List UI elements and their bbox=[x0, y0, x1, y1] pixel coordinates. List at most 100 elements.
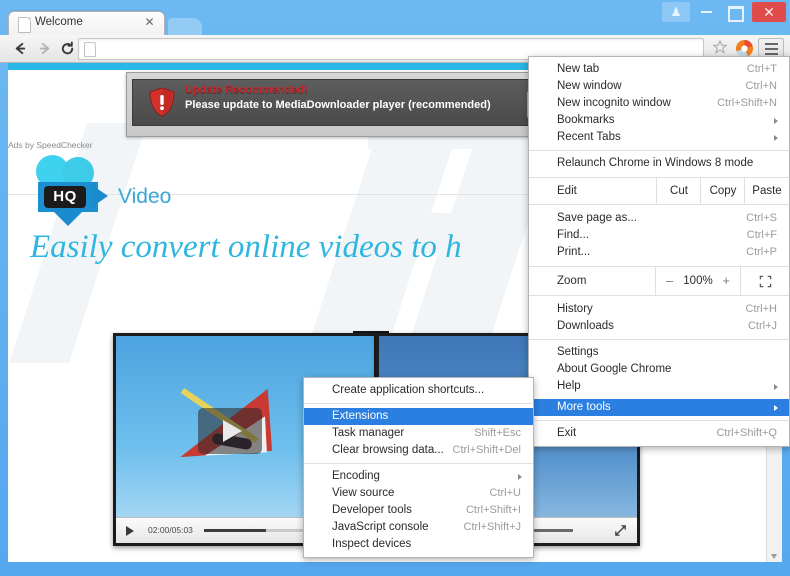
menu-separator bbox=[304, 463, 533, 464]
reload-icon bbox=[61, 41, 73, 55]
enter-fullscreen-button[interactable] bbox=[741, 267, 789, 295]
menu-item-label: JavaScript console bbox=[332, 521, 429, 533]
camera-stand bbox=[50, 208, 86, 226]
ad-banner[interactable]: Update Recommended! Please update to Med… bbox=[126, 72, 548, 137]
camera-lens bbox=[92, 185, 108, 207]
window-controls: ♟ ✕ bbox=[660, 2, 786, 26]
play-overlay-button[interactable] bbox=[198, 408, 262, 454]
menu-item-label: Relaunch Chrome in Windows 8 mode bbox=[557, 157, 754, 169]
menu-item-new-incognito-window[interactable]: New incognito window Ctrl+Shift+N bbox=[529, 95, 789, 112]
menu-item-label: About Google Chrome bbox=[557, 363, 672, 375]
fullscreen-icon bbox=[615, 525, 626, 536]
maximize-icon bbox=[728, 6, 744, 22]
menu-item-javascript-console[interactable]: JavaScript console Ctrl+Shift+J bbox=[304, 519, 533, 536]
menu-item-recent-tabs[interactable]: Recent Tabs bbox=[529, 129, 789, 146]
person-icon: ♟ bbox=[670, 5, 682, 19]
chevron-right-icon bbox=[774, 135, 778, 141]
menu-item-label: Extensions bbox=[332, 410, 389, 422]
menu-item-shortcut: Ctrl+Shift+I bbox=[465, 504, 521, 516]
new-tab-button[interactable] bbox=[168, 18, 202, 35]
menu-item-new-window[interactable]: New window Ctrl+N bbox=[529, 78, 789, 95]
menu-item-shortcut: Ctrl+N bbox=[745, 80, 777, 92]
menu-item-label: More tools bbox=[557, 401, 611, 413]
menu-item-label: Bookmarks bbox=[557, 114, 615, 126]
menu-item-bookmarks[interactable]: Bookmarks bbox=[529, 112, 789, 129]
menu-zoom-row: Zoom – 100% + bbox=[529, 266, 789, 296]
close-tab-icon[interactable]: ✕ bbox=[143, 16, 156, 29]
menu-item-shortcut: Ctrl+Shift+J bbox=[463, 521, 521, 533]
ad-banner-body: Update Recommended! Please update to Med… bbox=[132, 79, 543, 126]
menu-item-clear-browsing-data[interactable]: Clear browsing data... Ctrl+Shift+Del bbox=[304, 442, 533, 459]
site-logo[interactable]: HQ Video bbox=[30, 154, 290, 229]
fullscreen-button[interactable] bbox=[614, 524, 627, 537]
menu-item-shortcut: Ctrl+F bbox=[746, 229, 777, 241]
menu-item-task-manager[interactable]: Task manager Shift+Esc bbox=[304, 425, 533, 442]
menu-item-label: Exit bbox=[557, 427, 577, 439]
menu-item-exit[interactable]: Exit Ctrl+Shift+Q bbox=[529, 425, 789, 442]
logo-text: Video bbox=[118, 185, 172, 208]
menu-item-inspect-devices[interactable]: Inspect devices bbox=[304, 536, 533, 553]
ad-credit-label: Ads by SpeedChecker bbox=[8, 140, 93, 150]
menu-item-encoding[interactable]: Encoding bbox=[304, 468, 533, 485]
browser-tab-welcome[interactable]: Welcome ✕ bbox=[8, 11, 165, 36]
hamburger-line bbox=[764, 43, 778, 45]
menu-item-label: Encoding bbox=[332, 470, 380, 482]
menu-item-about-google-chrome[interactable]: About Google Chrome bbox=[529, 361, 789, 378]
menu-item-history[interactable]: History Ctrl+H bbox=[529, 301, 789, 318]
menu-item-relaunch-windows8[interactable]: Relaunch Chrome in Windows 8 mode bbox=[529, 155, 789, 172]
menu-item-downloads[interactable]: Downloads Ctrl+J bbox=[529, 318, 789, 335]
page-headline: Easily convert online videos to h bbox=[30, 229, 462, 265]
scroll-down-arrow-icon[interactable] bbox=[771, 554, 777, 559]
chrome-browser-window: Welcome ✕ ♟ ✕ Update Recommended! Please… bbox=[0, 0, 790, 576]
menu-item-extensions[interactable]: Extensions bbox=[304, 408, 533, 425]
menu-item-settings[interactable]: Settings bbox=[529, 344, 789, 361]
menu-item-label: Developer tools bbox=[332, 504, 412, 516]
video-time-label: 02:00/05:03 bbox=[148, 525, 193, 535]
menu-item-shortcut: Ctrl+Shift+N bbox=[717, 97, 777, 109]
menu-item-label: Downloads bbox=[557, 320, 614, 332]
menu-item-help[interactable]: Help bbox=[529, 378, 789, 395]
menu-item-label: View source bbox=[332, 487, 395, 499]
paste-button[interactable]: Paste bbox=[744, 178, 789, 204]
menu-item-developer-tools[interactable]: Developer tools Ctrl+Shift+I bbox=[304, 502, 533, 519]
menu-item-new-tab[interactable]: New tab Ctrl+T bbox=[529, 61, 789, 78]
close-window-button[interactable]: ✕ bbox=[752, 2, 786, 22]
menu-item-view-source[interactable]: View source Ctrl+U bbox=[304, 485, 533, 502]
reload-button[interactable] bbox=[57, 39, 77, 59]
arrow-left-icon bbox=[15, 42, 25, 55]
menu-item-print[interactable]: Print... Ctrl+P bbox=[529, 244, 789, 261]
menu-item-shortcut: Ctrl+U bbox=[489, 487, 521, 499]
menu-item-label: Save page as... bbox=[557, 212, 637, 224]
menu-item-label: Inspect devices bbox=[332, 538, 412, 550]
play-button[interactable] bbox=[126, 526, 134, 536]
ad-title: Update Recommended! bbox=[185, 84, 308, 96]
arrow-right-icon bbox=[39, 42, 49, 55]
menu-item-shortcut: Ctrl+S bbox=[746, 212, 777, 224]
hq-badge: HQ bbox=[44, 186, 86, 208]
back-button[interactable] bbox=[10, 39, 30, 59]
menu-item-shortcut: Ctrl+P bbox=[746, 246, 777, 258]
menu-item-find[interactable]: Find... Ctrl+F bbox=[529, 227, 789, 244]
menu-item-label: Find... bbox=[557, 229, 589, 241]
menu-separator bbox=[529, 339, 789, 340]
chevron-right-icon bbox=[774, 118, 778, 124]
play-icon bbox=[223, 420, 242, 442]
menu-item-more-tools[interactable]: More tools bbox=[529, 399, 789, 416]
zoom-in-button[interactable]: + bbox=[722, 267, 730, 295]
menu-item-create-application-shortcuts[interactable]: Create application shortcuts... bbox=[304, 382, 533, 399]
cut-button[interactable]: Cut bbox=[656, 178, 701, 204]
user-profile-button[interactable]: ♟ bbox=[662, 2, 690, 22]
chevron-right-icon bbox=[774, 405, 778, 411]
minimize-icon bbox=[700, 11, 712, 13]
edit-row-label: Edit bbox=[557, 185, 577, 197]
minimize-button[interactable] bbox=[692, 2, 720, 22]
menu-item-label: Clear browsing data... bbox=[332, 444, 444, 456]
maximize-button[interactable] bbox=[722, 2, 750, 22]
menu-separator bbox=[529, 420, 789, 421]
menu-item-save-page-as[interactable]: Save page as... Ctrl+S bbox=[529, 210, 789, 227]
copy-button[interactable]: Copy bbox=[700, 178, 745, 204]
tab-title: Welcome bbox=[35, 16, 83, 28]
forward-button[interactable] bbox=[34, 39, 54, 59]
zoom-row-label: Zoom bbox=[557, 275, 587, 287]
tab-strip: Welcome ✕ ♟ ✕ bbox=[0, 0, 790, 36]
